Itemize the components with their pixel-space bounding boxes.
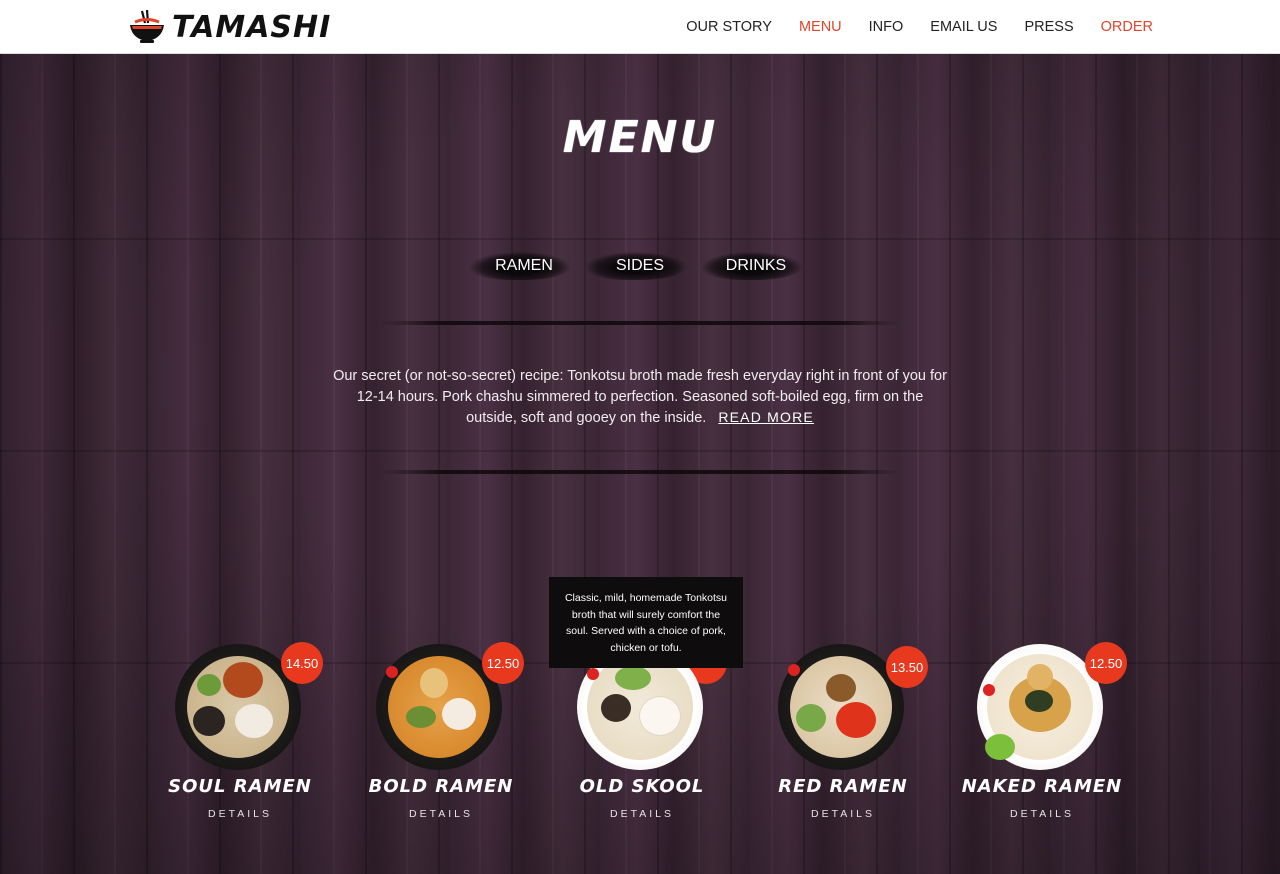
menu-item-old-skool[interactable]: OLD SKOOL DETAILS xyxy=(557,640,727,830)
main-nav: OUR STORY MENU INFO EMAIL US PRESS ORDER xyxy=(659,0,1153,54)
tab-drinks-label: DRINKS xyxy=(725,257,787,274)
menu-item-soul-ramen[interactable]: 14.50 SOUL RAMEN DETAILS xyxy=(155,640,325,830)
tab-ramen[interactable]: RAMEN xyxy=(466,246,582,286)
price-badge: 12.50 xyxy=(1085,642,1127,684)
ramen-bowl-icon xyxy=(128,9,166,45)
details-link[interactable]: DETAILS xyxy=(155,808,325,820)
tab-sides-label: SIDES xyxy=(615,257,664,274)
price-badge: 13.50 xyxy=(886,646,928,688)
divider-bottom xyxy=(380,470,900,474)
menu-intro: Our secret (or not-so-secret) recipe: To… xyxy=(330,366,950,429)
divider-top xyxy=(380,321,900,325)
item-tooltip: Classic, mild, homemade Tonkotsu broth t… xyxy=(549,577,743,668)
logo[interactable]: TAMASHI xyxy=(128,8,331,46)
nav-menu[interactable]: MENU xyxy=(799,19,842,35)
nav-info[interactable]: INFO xyxy=(869,19,904,35)
menu-intro-text: Our secret (or not-so-secret) recipe: To… xyxy=(333,368,947,426)
read-more-link[interactable]: READ MORE xyxy=(718,409,814,425)
details-link[interactable]: DETAILS xyxy=(557,808,727,820)
tab-drinks[interactable]: DRINKS xyxy=(698,246,814,286)
menu-tabs: RAMEN SIDES DRINKS xyxy=(0,246,1280,286)
item-name: NAKED RAMEN xyxy=(961,776,1123,797)
brand-name: TAMASHI xyxy=(172,9,332,45)
details-link[interactable]: DETAILS xyxy=(356,808,526,820)
price-badge: 14.50 xyxy=(281,642,323,684)
menu-item-naked-ramen[interactable]: 12.50 NAKED RAMEN DETAILS xyxy=(957,640,1127,830)
details-link[interactable]: DETAILS xyxy=(957,808,1127,820)
item-name: RED RAMEN xyxy=(778,776,908,797)
item-name: OLD SKOOL xyxy=(579,776,705,797)
tab-sides[interactable]: SIDES xyxy=(582,246,698,286)
nav-email-us[interactable]: EMAIL US xyxy=(930,19,997,35)
price-badge: 12.50 xyxy=(482,642,524,684)
site-header: TAMASHI OUR STORY MENU INFO EMAIL US PRE… xyxy=(0,0,1280,54)
nav-press[interactable]: PRESS xyxy=(1024,19,1073,35)
nav-our-story[interactable]: OUR STORY xyxy=(686,19,772,35)
item-name: BOLD RAMEN xyxy=(368,776,514,797)
tab-ramen-label: RAMEN xyxy=(495,257,553,274)
nav-order[interactable]: ORDER xyxy=(1101,19,1153,35)
page-title: MENU xyxy=(562,112,718,163)
details-link[interactable]: DETAILS xyxy=(758,808,928,820)
red-ramen-image xyxy=(778,644,904,770)
menu-item-red-ramen[interactable]: 13.50 RED RAMEN DETAILS xyxy=(758,640,928,830)
item-name: SOUL RAMEN xyxy=(168,776,312,797)
menu-item-bold-ramen[interactable]: 12.50 BOLD RAMEN DETAILS xyxy=(356,640,526,830)
